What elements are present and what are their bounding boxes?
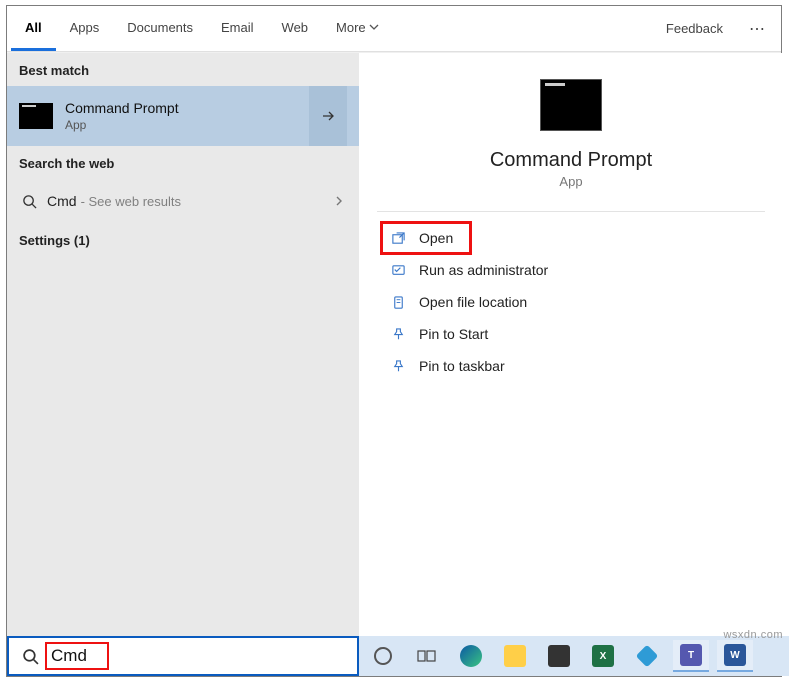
microsoft-store-icon[interactable] <box>541 640 577 672</box>
tab-email[interactable]: Email <box>207 6 268 51</box>
best-match-result[interactable]: Command Prompt App <box>7 86 359 146</box>
tab-more[interactable]: More <box>322 6 393 51</box>
pin-to-taskbar-label: Pin to taskbar <box>419 358 505 374</box>
folder-icon <box>389 293 407 311</box>
app-large-icon <box>540 79 602 131</box>
excel-icon[interactable]: X <box>585 640 621 672</box>
settings-section-label[interactable]: Settings (1) <box>7 223 359 256</box>
taskbar: X T W <box>359 636 789 676</box>
search-icon <box>21 193 37 209</box>
pin-to-start-label: Pin to Start <box>419 326 488 342</box>
open-label: Open <box>419 230 453 246</box>
feedback-link[interactable]: Feedback <box>652 6 737 51</box>
run-as-admin-label: Run as administrator <box>419 262 548 278</box>
web-query-text: Cmd <box>47 193 77 209</box>
app-subtitle: App <box>359 174 783 189</box>
watermark: wsxdn.com <box>723 629 783 641</box>
app-actions: Open Run as administrator Open file loca… <box>359 216 783 388</box>
search-filter-tabs: All Apps Documents Email Web More Feedba… <box>7 6 781 52</box>
expand-arrow-icon[interactable] <box>309 86 347 146</box>
task-view-icon[interactable] <box>409 640 445 672</box>
search-icon <box>21 647 39 665</box>
preview-column: Command Prompt App Open Run as administr… <box>359 53 783 638</box>
command-prompt-icon <box>19 103 53 129</box>
divider <box>377 211 765 212</box>
web-search-result[interactable]: Cmd - See web results <box>7 179 359 223</box>
results-column: Best match Command Prompt App Search the… <box>7 53 359 638</box>
app-title: Command Prompt <box>359 149 783 172</box>
kodi-icon[interactable] <box>629 640 665 672</box>
search-input-highlight <box>45 642 109 670</box>
tab-web[interactable]: Web <box>268 6 323 51</box>
pin-to-start-button[interactable]: Pin to Start <box>359 318 783 350</box>
search-input[interactable] <box>51 646 99 666</box>
web-query-hint: - See web results <box>81 194 181 209</box>
run-as-admin-button[interactable]: Run as administrator <box>359 254 783 286</box>
result-title: Command Prompt <box>65 100 179 116</box>
result-subtitle: App <box>65 118 179 132</box>
edge-icon[interactable] <box>453 640 489 672</box>
options-icon[interactable]: ⋯ <box>737 6 777 51</box>
open-button[interactable]: Open <box>381 222 471 254</box>
pin-icon <box>389 325 407 343</box>
app-hero: Command Prompt App <box>359 53 783 189</box>
best-match-label: Best match <box>7 53 359 86</box>
teams-icon[interactable]: T <box>673 640 709 672</box>
open-file-location-button[interactable]: Open file location <box>359 286 783 318</box>
tab-documents[interactable]: Documents <box>113 6 207 51</box>
cortana-icon[interactable] <box>365 640 401 672</box>
chevron-right-icon <box>333 195 345 207</box>
pin-icon <box>389 357 407 375</box>
search-box[interactable] <box>7 636 359 676</box>
tab-all[interactable]: All <box>11 6 56 51</box>
pin-to-taskbar-button[interactable]: Pin to taskbar <box>359 350 783 382</box>
open-icon <box>389 229 407 247</box>
search-web-label: Search the web <box>7 146 359 179</box>
file-explorer-icon[interactable] <box>497 640 533 672</box>
shield-icon <box>389 261 407 279</box>
open-file-location-label: Open file location <box>419 294 527 310</box>
start-search-panel: All Apps Documents Email Web More Feedba… <box>6 5 782 677</box>
tab-apps[interactable]: Apps <box>56 6 114 51</box>
word-icon[interactable]: W <box>717 640 753 672</box>
